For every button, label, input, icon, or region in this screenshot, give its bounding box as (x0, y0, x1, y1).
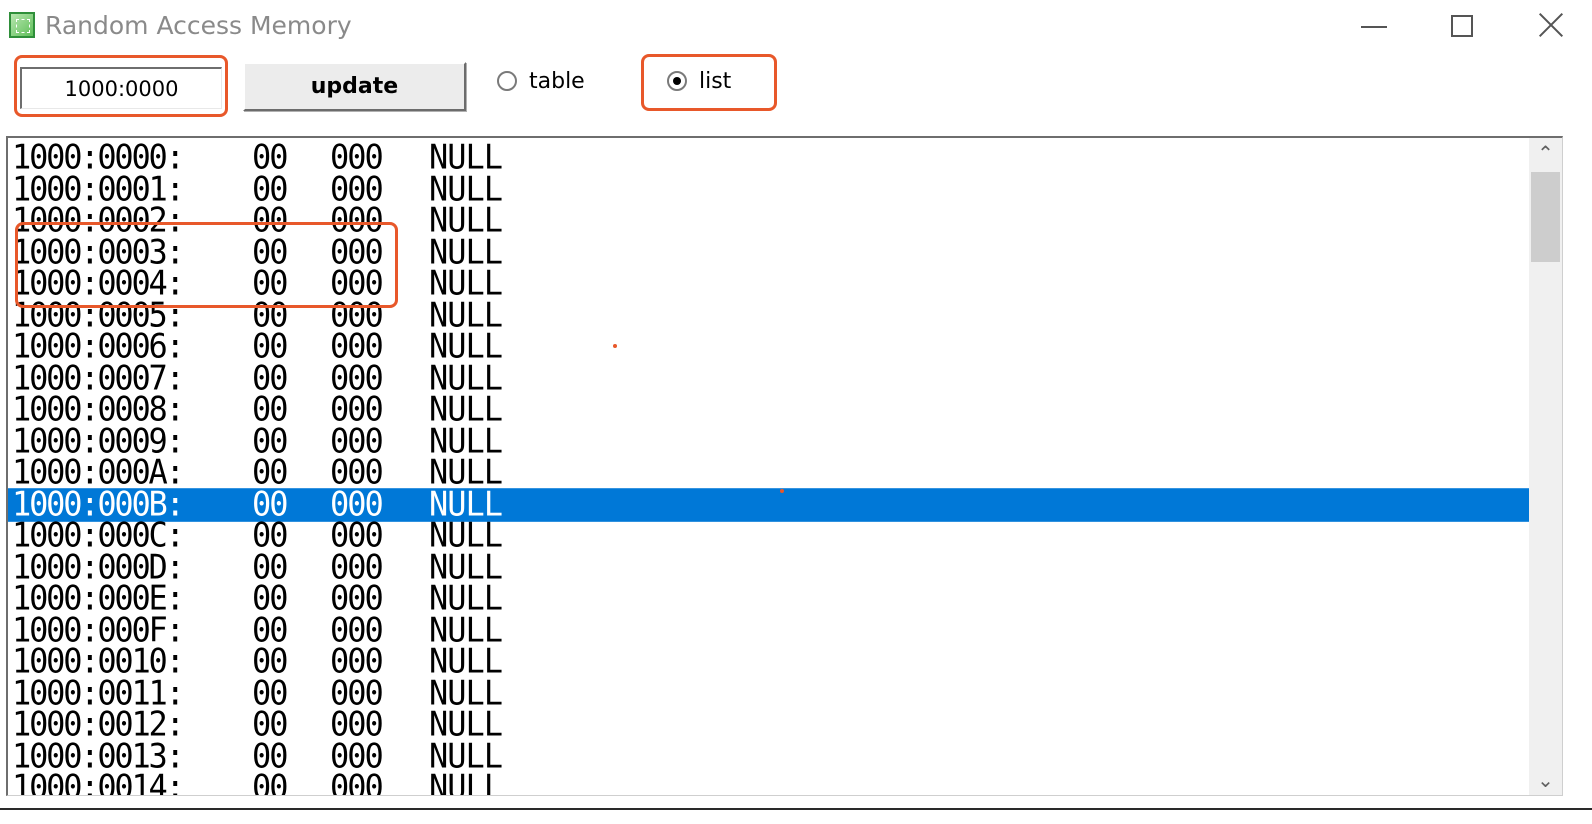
list-radio-label[interactable]: list (699, 69, 731, 94)
list-item[interactable]: 1000:0008: 00 000 NULL (8, 392, 1530, 426)
vertical-scrollbar[interactable]: ⌃ ⌄ (1529, 138, 1562, 795)
list-item[interactable]: 1000:000A: 00 000 NULL (8, 455, 1530, 489)
table-radio[interactable] (497, 71, 517, 91)
list-item[interactable]: 1000:000C: 00 000 NULL (8, 518, 1530, 552)
close-button[interactable] (1508, 0, 1592, 52)
list-item[interactable]: 1000:0000: 00 000 NULL (8, 140, 1530, 174)
minimize-icon (1361, 26, 1387, 28)
annotation-dot (613, 344, 617, 348)
maximize-button[interactable] (1418, 0, 1508, 52)
table-radio-label[interactable]: table (529, 69, 585, 94)
close-icon (1538, 12, 1564, 38)
list-item[interactable]: 1000:0005: 00 000 NULL (8, 298, 1530, 332)
list-item[interactable]: 1000:0010: 00 000 NULL (8, 644, 1530, 678)
minimize-button[interactable] (1328, 0, 1418, 52)
list-item[interactable]: 1000:0014: 00 000 NULL (8, 767, 1530, 796)
list-item-selected[interactable]: 1000:000B: 00 000 NULL (8, 487, 1530, 521)
memory-listbox[interactable]: 1000:0000: 00 000 NULL 1000:0001: 00 000 NULL 10… (6, 136, 1563, 796)
list-item[interactable]: 1000:0004: 00 000 NULL (8, 266, 1530, 300)
annotation-dot (780, 489, 784, 493)
list-item[interactable]: 1000:0003: 00 000 NULL (8, 235, 1530, 269)
row-address: 1000:0014: (12, 767, 185, 796)
scroll-thumb[interactable] (1531, 172, 1560, 262)
list-item[interactable]: 1000:000E: 00 000 NULL (8, 581, 1530, 615)
list-item[interactable]: 1000:0002: 00 000 NULL (8, 203, 1530, 237)
list-item[interactable]: 1000:0012: 00 000 NULL (8, 707, 1530, 741)
ram-window: Random Access Memory update table list 1… (0, 0, 1592, 824)
app-icon (9, 12, 35, 38)
bottom-border (0, 808, 1592, 810)
maximize-icon (1451, 15, 1473, 37)
memory-rows: 1000:0000: 00 000 NULL 1000:0001: 00 000 NULL 10… (8, 140, 1530, 796)
list-item[interactable]: 1000:0001: 00 000 NULL (8, 172, 1530, 206)
list-item[interactable]: 1000:0011: 00 000 NULL (8, 676, 1530, 710)
title-bar[interactable]: Random Access Memory (0, 0, 1592, 52)
scroll-up-icon[interactable]: ⌃ (1529, 138, 1562, 168)
row-hex-value: 00 (252, 767, 289, 796)
list-item[interactable]: 1000:000F: 00 000 NULL (8, 613, 1530, 647)
list-item[interactable]: 1000:0013: 00 000 NULL (8, 739, 1530, 773)
list-item[interactable]: 1000:0009: 00 000 NULL (8, 424, 1530, 458)
row-dec-value: 000 (330, 767, 384, 796)
scroll-down-icon[interactable]: ⌄ (1529, 765, 1562, 795)
update-button[interactable]: update (243, 62, 466, 111)
list-radio[interactable] (667, 71, 687, 91)
list-item[interactable]: 1000:0007: 00 000 NULL (8, 361, 1530, 395)
window-title: Random Access Memory (45, 11, 352, 40)
list-item[interactable]: 1000:0006: 00 000 NULL (8, 329, 1530, 363)
address-input[interactable] (20, 67, 222, 109)
row-char-value: NULL (429, 767, 503, 796)
list-item[interactable]: 1000:000D: 00 000 NULL (8, 550, 1530, 584)
